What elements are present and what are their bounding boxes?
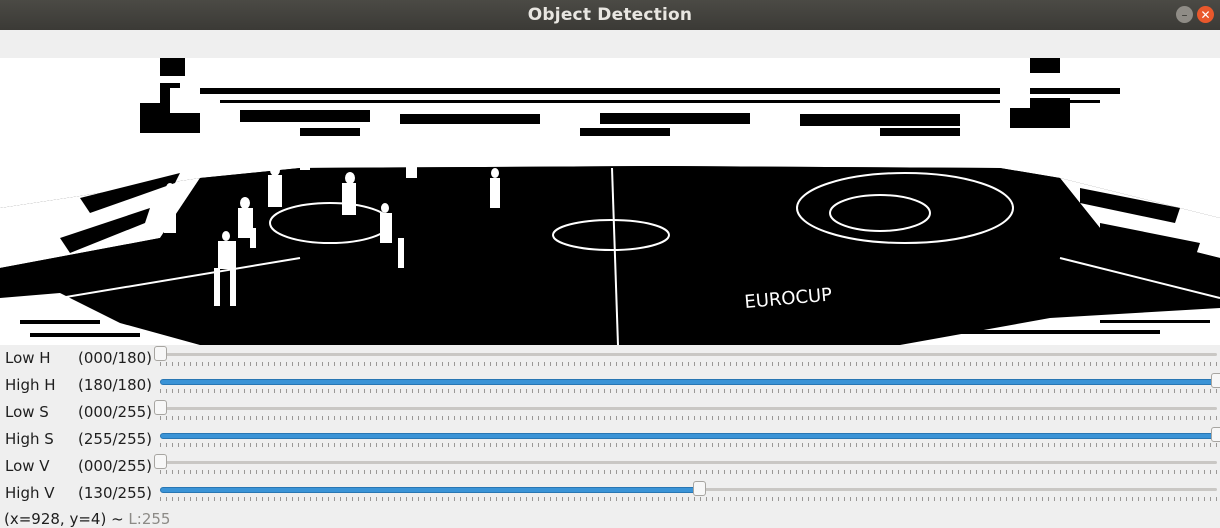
slider-label: High S: [5, 430, 54, 448]
slider-thumb[interactable]: [154, 400, 167, 415]
cursor-coords: (x=928, y=4) ~: [4, 510, 129, 528]
slider-value: (130/255): [78, 484, 153, 502]
slider-value: (000/255): [78, 403, 153, 421]
slider-value: (255/255): [78, 430, 153, 448]
slider-high-v: High V (130/255): [0, 480, 1220, 507]
threshold-image: EUROCUP: [0, 58, 1220, 345]
slider-value: (000/255): [78, 457, 153, 475]
slider-ticks: [160, 470, 1217, 474]
slider-track[interactable]: [160, 427, 1220, 442]
window-controls: – ✕: [1176, 6, 1214, 23]
slider-track[interactable]: [154, 346, 1217, 361]
slider-track[interactable]: [160, 373, 1220, 388]
slider-thumb[interactable]: [154, 346, 167, 361]
slider-thumb[interactable]: [1211, 373, 1220, 388]
slider-thumb[interactable]: [1211, 427, 1220, 442]
trackbar-panel: Low H (000/180) High H (180/180) Low S (…: [0, 345, 1220, 507]
slider-value: (180/180): [78, 376, 153, 394]
slider-ticks: [160, 497, 1217, 501]
close-icon[interactable]: ✕: [1197, 6, 1214, 23]
slider-high-s: High S (255/255): [0, 426, 1220, 453]
slider-thumb[interactable]: [692, 481, 706, 496]
slider-low-s: Low S (000/255): [0, 399, 1220, 426]
pixel-value: L:255: [128, 510, 171, 528]
slider-thumb[interactable]: [154, 454, 167, 469]
slider-label: Low S: [5, 403, 49, 421]
threshold-image-view[interactable]: EUROCUP: [0, 58, 1220, 345]
slider-track[interactable]: [154, 400, 1217, 415]
app-window: Object Detection – ✕ EUROCUP Low H (000/…: [0, 0, 1220, 528]
slider-label: High V: [5, 484, 55, 502]
slider-fill: [160, 379, 1217, 385]
slider-low-h: Low H (000/180): [0, 345, 1220, 372]
title-bar[interactable]: Object Detection – ✕: [0, 0, 1220, 30]
slider-track[interactable]: [154, 454, 1217, 469]
minimize-icon[interactable]: –: [1176, 6, 1193, 23]
slider-label: Low H: [5, 349, 51, 367]
slider-ticks: [160, 362, 1217, 366]
toolbar: [0, 30, 1220, 58]
slider-ticks: [160, 443, 1217, 447]
slider-low-v: Low V (000/255): [0, 453, 1220, 480]
slider-value: (000/180): [78, 349, 153, 367]
window-title: Object Detection: [527, 5, 693, 25]
slider-ticks: [160, 389, 1217, 393]
slider-high-h: High H (180/180): [0, 372, 1220, 399]
slider-fill: [160, 433, 1217, 439]
slider-ticks: [160, 416, 1217, 420]
slider-fill: [160, 487, 699, 493]
slider-label: High H: [5, 376, 56, 394]
slider-label: Low V: [5, 457, 50, 475]
slider-track[interactable]: [160, 481, 1217, 496]
status-bar: (x=928, y=4) ~ L:255: [4, 510, 170, 528]
